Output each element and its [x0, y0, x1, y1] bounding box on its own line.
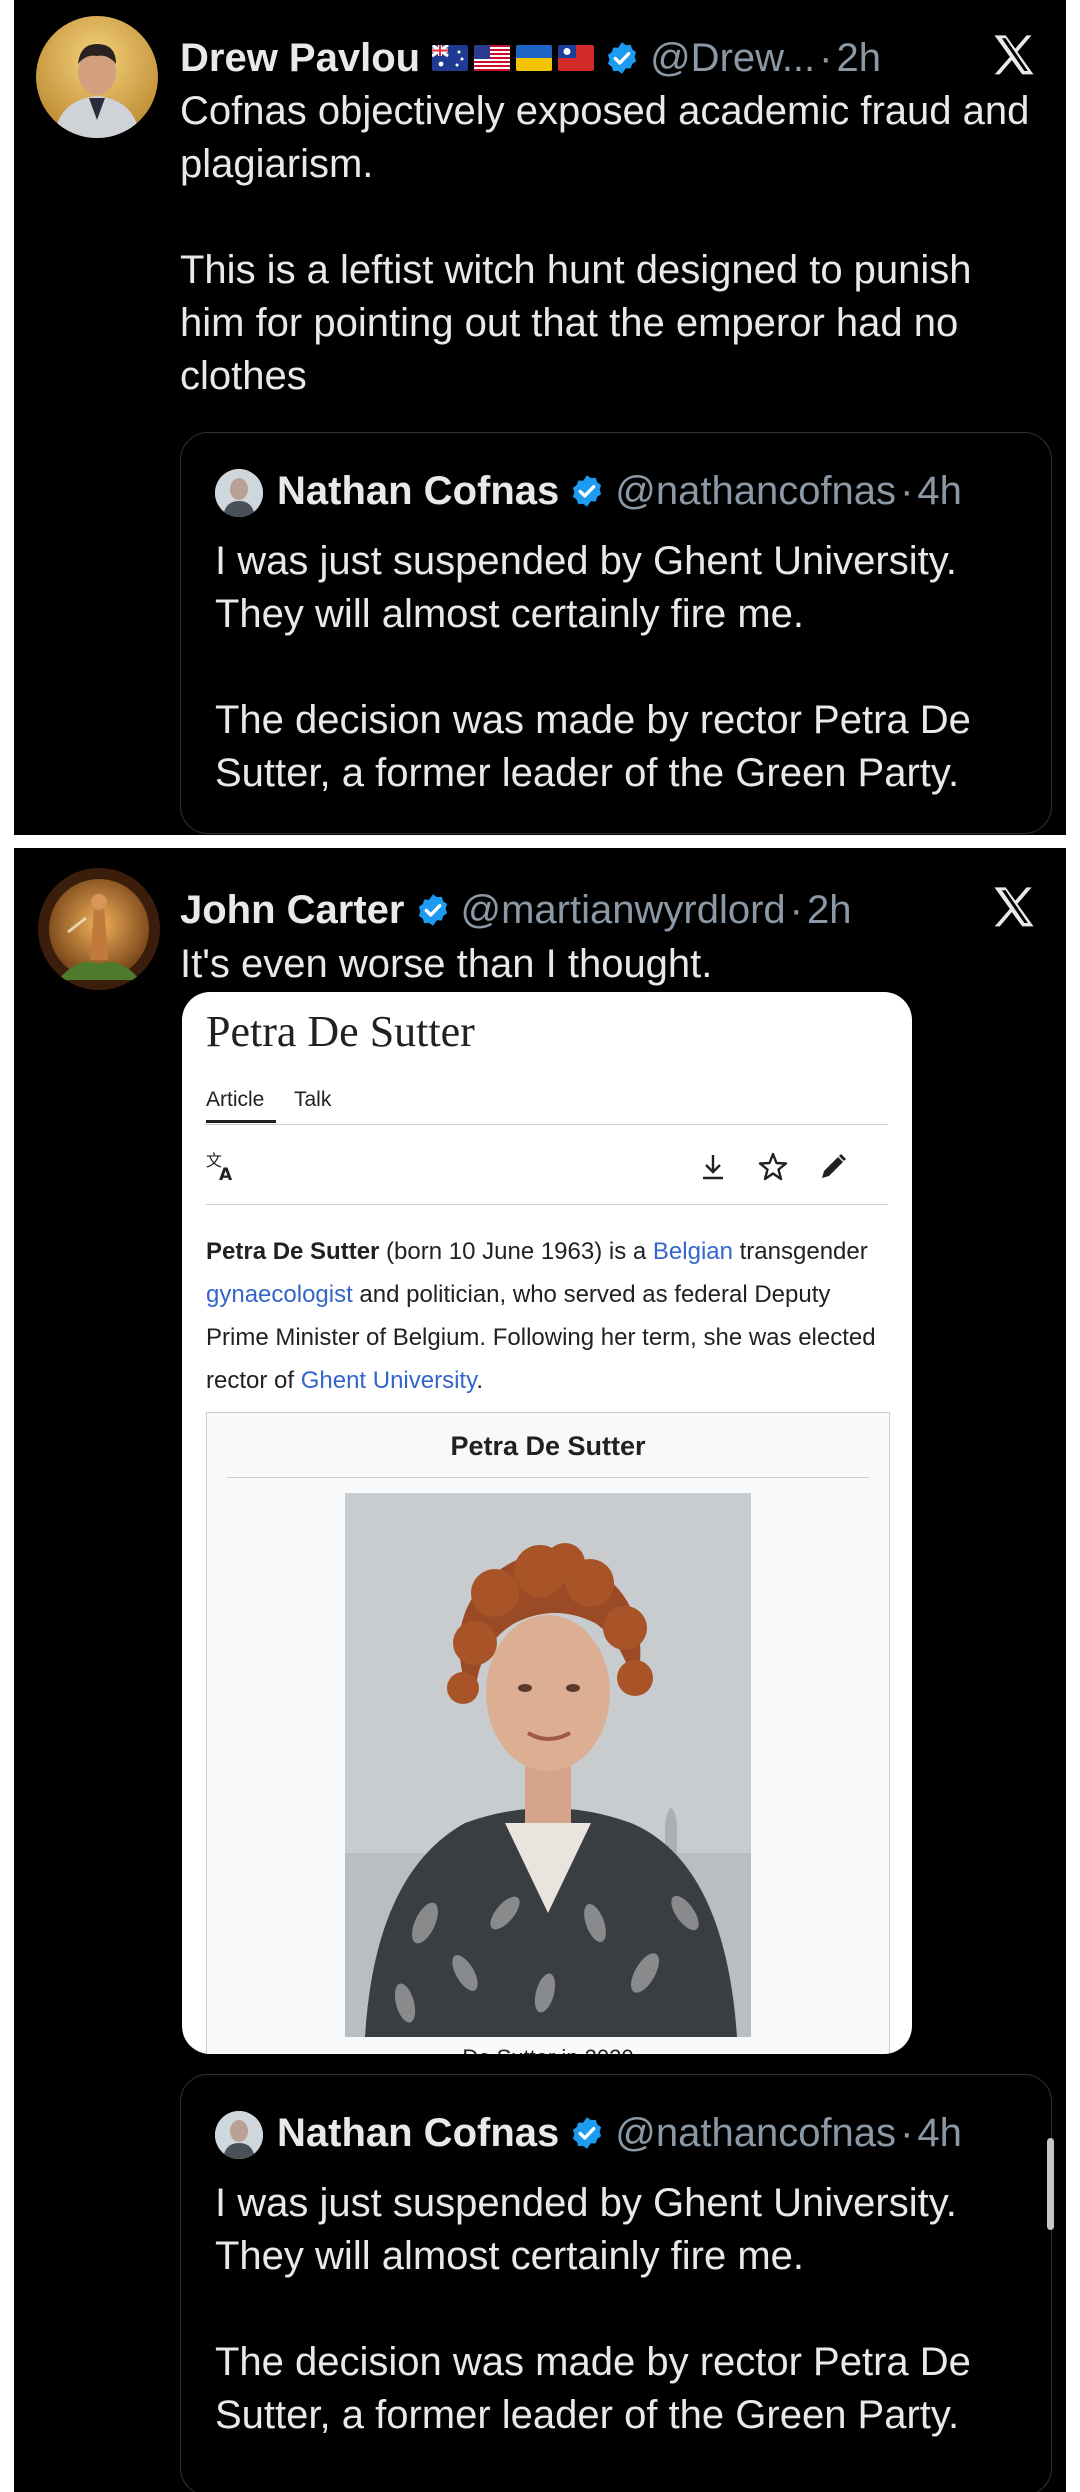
post-time[interactable]: 2h [836, 36, 881, 81]
post-drew-pavlou[interactable]: Drew Pavlou @Drew... · 2h Cofnas objecti… [14, 0, 1066, 835]
edit-pencil-icon [822, 1153, 847, 1178]
tweet-text: Cofnas objectively exposed academic frau… [180, 89, 1030, 398]
quoted-post-time[interactable]: 4h [917, 2111, 962, 2156]
author-handle[interactable]: @Drew... [650, 36, 815, 81]
wiki-infobox: Petra De Sutter [206, 1412, 890, 2054]
verified-badge-icon [573, 475, 602, 507]
dot-separator: · [900, 2110, 914, 2155]
wiki-link-belgian: Belgian [652, 1238, 733, 1265]
quoted-author-name[interactable]: Nathan Cofnas [277, 469, 559, 514]
svg-text:A: A [219, 1165, 233, 1184]
photo-caption: De Sutter in 2020 [207, 2045, 889, 2054]
quoted-author-name[interactable]: Nathan Cofnas [277, 2111, 559, 2156]
quoted-post-time[interactable]: 4h [917, 469, 962, 514]
star-icon [758, 1152, 788, 1181]
wiki-tab-article: Article [206, 1088, 265, 1111]
quoted-tweet[interactable]: Nathan Cofnas @nathancofnas · 4h I was j… [180, 2074, 1052, 2492]
avatar-drew-pavlou[interactable] [36, 16, 158, 138]
wiki-link-ghent-university: Ghent University [300, 1367, 477, 1394]
wiki-page-title: Petra De Sutter [206, 1007, 475, 1056]
portrait-photo [345, 1493, 751, 2037]
usa-flag-icon [474, 45, 511, 71]
dot-separator: · [819, 35, 833, 80]
quoted-author-line: Nathan Cofnas @nathancofnas · 4h [277, 2105, 962, 2161]
verified-badge-icon [418, 894, 447, 926]
quoted-tweet[interactable]: Nathan Cofnas @nathancofnas · 4h I was j… [180, 432, 1052, 834]
divider [206, 1124, 888, 1125]
verified-badge-icon [607, 42, 637, 74]
author-name[interactable]: Drew Pavlou [180, 36, 420, 81]
post-john-carter[interactable]: John Carter @martianwyrdlord · 2h It's e… [14, 848, 1066, 2492]
avatar-john-carter[interactable] [38, 868, 160, 990]
wiki-text: . [476, 1367, 483, 1394]
divider [227, 1477, 869, 1478]
ukraine-flag-icon [516, 45, 553, 71]
post-time[interactable]: 2h [807, 888, 852, 933]
quoted-author-handle[interactable]: @nathancofnas [615, 2111, 896, 2156]
australia-flag-icon [432, 45, 469, 71]
avatar-nathan-cofnas[interactable] [215, 469, 263, 517]
wiki-intro-paragraph: Petra De Sutter (born 10 June 1963) is a… [206, 1230, 896, 1402]
avatar-nathan-cofnas[interactable] [215, 2111, 263, 2159]
quoted-tweet-text: I was just suspended by Ghent University… [215, 2181, 971, 2437]
quoted-author-handle[interactable]: @nathancofnas [615, 469, 896, 514]
wiki-text: transgender [732, 1238, 868, 1265]
divider [206, 1204, 888, 1205]
verified-badge-icon [573, 2117, 602, 2149]
author-line: John Carter @martianwyrdlord · 2h [180, 882, 851, 938]
quoted-tweet-text: I was just suspended by Ghent University… [215, 539, 971, 795]
wiki-text: (born 10 June 1963) is a [379, 1238, 653, 1265]
dot-separator: · [900, 468, 914, 513]
wiki-link-gynaecologist: gynaecologist [206, 1281, 353, 1308]
translate-icon: 文 A [206, 1151, 233, 1184]
download-icon [703, 1155, 723, 1180]
x-logo-icon[interactable] [988, 882, 1040, 934]
flag-emojis [432, 45, 595, 71]
x-logo-icon[interactable] [988, 30, 1040, 82]
attached-image-wikipedia[interactable]: Petra De Sutter Article Talk 文 A Petra D… [182, 992, 912, 2054]
quoted-author-line: Nathan Cofnas @nathancofnas · 4h [277, 463, 962, 519]
scrollbar[interactable] [1047, 2138, 1054, 2230]
author-line: Drew Pavlou @Drew... · 2h [180, 30, 881, 86]
author-handle[interactable]: @martianwyrdlord [461, 888, 786, 933]
taiwan-flag-icon [558, 45, 595, 71]
author-name[interactable]: John Carter [180, 888, 405, 933]
tweet-text: It's even worse than I thought. [180, 942, 713, 986]
dot-separator: · [789, 887, 803, 932]
wiki-subject-bold: Petra De Sutter [206, 1238, 380, 1265]
infobox-title: Petra De Sutter [450, 1431, 646, 1461]
wiki-tab-indicator [206, 1120, 276, 1123]
wiki-tab-talk: Talk [294, 1088, 332, 1111]
